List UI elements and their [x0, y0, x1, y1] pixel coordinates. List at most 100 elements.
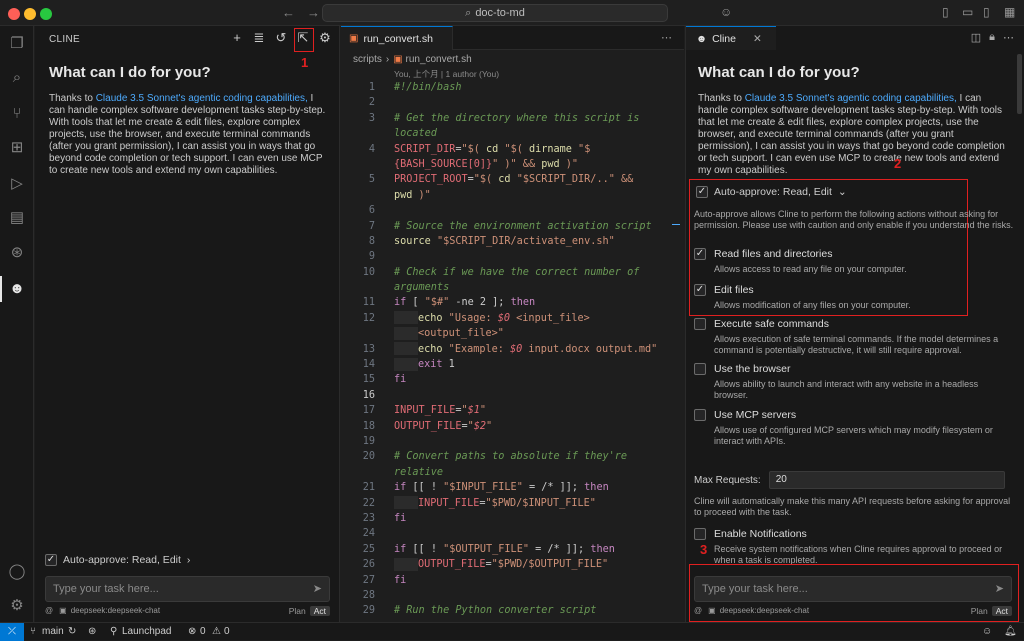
- split-editor-icon[interactable]: ◫: [971, 31, 981, 44]
- auto-approve-option[interactable]: Execute safe commands Allows execution of…: [694, 318, 1012, 356]
- model-name[interactable]: deepseek:deepseek-chat: [720, 606, 809, 615]
- code-line[interactable]: 26 OUTPUT_FILE="$PWD/$OUTPUT_FILE": [341, 557, 684, 572]
- code-line[interactable]: 18 OUTPUT_FILE="$2": [341, 419, 684, 434]
- copilot-status-icon[interactable]: ☺: [982, 626, 992, 637]
- code-line[interactable]: 15 fi: [341, 372, 684, 387]
- image-attach-icon[interactable]: ▣: [59, 606, 67, 615]
- branch-name[interactable]: main: [42, 626, 64, 637]
- auto-approve-checkbox[interactable]: ✓: [45, 554, 57, 566]
- option-checkbox[interactable]: ✓: [694, 284, 706, 296]
- code-line[interactable]: 5 PROJECT_ROOT="$( cd "$SCRIPT_DIR/.." &&: [341, 172, 684, 187]
- option-row[interactable]: ✓ Read files and directories: [694, 248, 1012, 260]
- cline-icon[interactable]: ☻: [7, 279, 27, 299]
- code-line[interactable]: 2: [341, 95, 684, 110]
- notifications-bell-icon[interactable]: 🔔︎: [1004, 626, 1017, 637]
- code-line[interactable]: 14 exit 1: [341, 357, 684, 372]
- code-line[interactable]: 17 INPUT_FILE="$1": [341, 403, 684, 418]
- mention-icon[interactable]: @: [694, 606, 702, 615]
- auto-approve-option[interactable]: ✓ Read files and directories Allows access…: [694, 248, 1012, 275]
- run-debug-icon[interactable]: ▷: [7, 174, 27, 194]
- send-icon[interactable]: ➤: [995, 582, 1004, 595]
- mention-icon[interactable]: @: [45, 606, 53, 615]
- code-line[interactable]: {BASH_SOURCE[0]}" )" && pwd )": [341, 157, 684, 172]
- more-actions-icon[interactable]: ⋯: [661, 31, 672, 44]
- remote-explorer-icon[interactable]: ▤: [7, 208, 27, 228]
- new-task-icon[interactable]: +: [229, 30, 245, 46]
- breadcrumb-folder[interactable]: scripts: [353, 54, 382, 65]
- option-checkbox[interactable]: [694, 409, 706, 421]
- code-line[interactable]: 25 if [[ ! "$OUTPUT_FILE" = /* ]]; then: [341, 542, 684, 557]
- act-mode-button[interactable]: Act: [991, 606, 1012, 616]
- code-line[interactable]: arguments: [341, 280, 684, 295]
- option-row[interactable]: Use MCP servers: [694, 409, 1012, 421]
- code-line[interactable]: 6: [341, 203, 684, 218]
- auto-approve-header[interactable]: ✓ Auto-approve: Read, Edit ⌄: [696, 186, 847, 198]
- history-icon[interactable]: ↺: [273, 30, 289, 46]
- scrollbar[interactable]: [1017, 54, 1022, 114]
- error-count[interactable]: 0: [200, 626, 206, 637]
- settings-icon[interactable]: ⚙: [7, 596, 27, 616]
- minimize-window-button[interactable]: [24, 8, 36, 20]
- option-checkbox[interactable]: [694, 363, 706, 375]
- code-line[interactable]: 4 SCRIPT_DIR="$( cd "$( dirname "$: [341, 142, 684, 157]
- sync-icon[interactable]: ↻: [68, 626, 76, 637]
- code-line[interactable]: 28: [341, 588, 684, 603]
- plan-act-toggle[interactable]: Plan Act: [289, 606, 330, 616]
- close-window-button[interactable]: [8, 8, 20, 20]
- auto-approve-option[interactable]: Use MCP servers Allows use of configured …: [694, 409, 1012, 447]
- git-blame-lens[interactable]: You, 上个月 | 1 author (You): [394, 68, 499, 80]
- code-line[interactable]: <output_file>": [341, 326, 684, 341]
- layout-customize-icon[interactable]: ▦: [1004, 5, 1015, 19]
- remote-indicator-icon[interactable]: ⤫: [0, 623, 24, 641]
- maximize-window-button[interactable]: [40, 8, 52, 20]
- auto-approve-toggle[interactable]: ✓ Auto-approve: Read, Edit ›: [45, 554, 190, 566]
- option-row[interactable]: ✓ Edit files: [694, 284, 1012, 296]
- image-attach-icon[interactable]: ▣: [708, 606, 716, 615]
- send-icon[interactable]: ➤: [313, 582, 322, 595]
- notifications-checkbox[interactable]: [694, 528, 706, 540]
- code-line[interactable]: 10 # Check if we have the correct number …: [341, 265, 684, 280]
- code-line[interactable]: 19: [341, 434, 684, 449]
- mcp-servers-icon[interactable]: ≣: [251, 30, 267, 46]
- code-line[interactable]: 22 INPUT_FILE="$PWD/$INPUT_FILE": [341, 496, 684, 511]
- code-line[interactable]: 12 echo "Usage: $0 <input_file>: [341, 311, 684, 326]
- account-icon[interactable]: ◯: [7, 562, 27, 582]
- breadcrumb-file[interactable]: run_convert.sh: [405, 54, 471, 65]
- code-line[interactable]: 16: [341, 388, 684, 403]
- code-line[interactable]: 1 #!/bin/bash: [341, 80, 684, 95]
- auto-approve-option[interactable]: ✓ Edit files Allows modification of any fi…: [694, 284, 1012, 311]
- auto-approve-option[interactable]: Use the browser Allows ability to launch …: [694, 363, 1012, 401]
- plan-act-toggle[interactable]: Plan Act: [971, 606, 1012, 616]
- tab-run-convert[interactable]: ▣ run_convert.sh: [341, 26, 453, 50]
- claude-link[interactable]: Claude 3.5 Sonnet's agentic coding capab…: [745, 93, 957, 104]
- code-line[interactable]: relative: [341, 465, 684, 480]
- git-graph-status-icon[interactable]: ⊛: [88, 626, 96, 637]
- settings-icon[interactable]: ⚙: [317, 30, 333, 46]
- back-arrow-icon[interactable]: ←: [282, 5, 295, 20]
- option-row[interactable]: Execute safe commands: [694, 318, 1012, 330]
- code-line[interactable]: 29 # Run the Python converter script: [341, 603, 684, 618]
- plan-mode-button[interactable]: Plan: [971, 606, 988, 616]
- code-line[interactable]: 27 fi: [341, 573, 684, 588]
- code-line[interactable]: located: [341, 126, 684, 141]
- option-checkbox[interactable]: ✓: [694, 248, 706, 260]
- git-graph-icon[interactable]: ⊛: [7, 243, 27, 263]
- launchpad-label[interactable]: Launchpad: [122, 626, 172, 637]
- claude-link[interactable]: Claude 3.5 Sonnet's agentic coding capab…: [96, 93, 308, 104]
- code-line[interactable]: 24: [341, 526, 684, 541]
- copilot-icon[interactable]: ☺: [720, 5, 732, 19]
- act-mode-button[interactable]: Act: [309, 606, 330, 616]
- code-line[interactable]: 11 if [ "$#" -ne 2 ]; then: [341, 295, 684, 310]
- task-input[interactable]: Type your task here... ➤: [45, 576, 330, 602]
- option-row[interactable]: Use the browser: [694, 363, 1012, 375]
- code-line[interactable]: pwd )": [341, 188, 684, 203]
- option-checkbox[interactable]: [694, 318, 706, 330]
- warning-count[interactable]: 0: [224, 626, 230, 637]
- auto-approve-checkbox[interactable]: ✓: [696, 186, 708, 198]
- layout-sidebar-left-icon[interactable]: ▯: [942, 5, 949, 19]
- layout-sidebar-right-icon[interactable]: ▯: [983, 5, 990, 19]
- extensions-icon[interactable]: ⊞: [7, 138, 27, 158]
- source-control-icon[interactable]: ⑂: [7, 104, 27, 124]
- tab-cline[interactable]: ☻ Cline ✕: [686, 26, 776, 50]
- code-line[interactable]: 7 # Source the environment activation scr…: [341, 219, 684, 234]
